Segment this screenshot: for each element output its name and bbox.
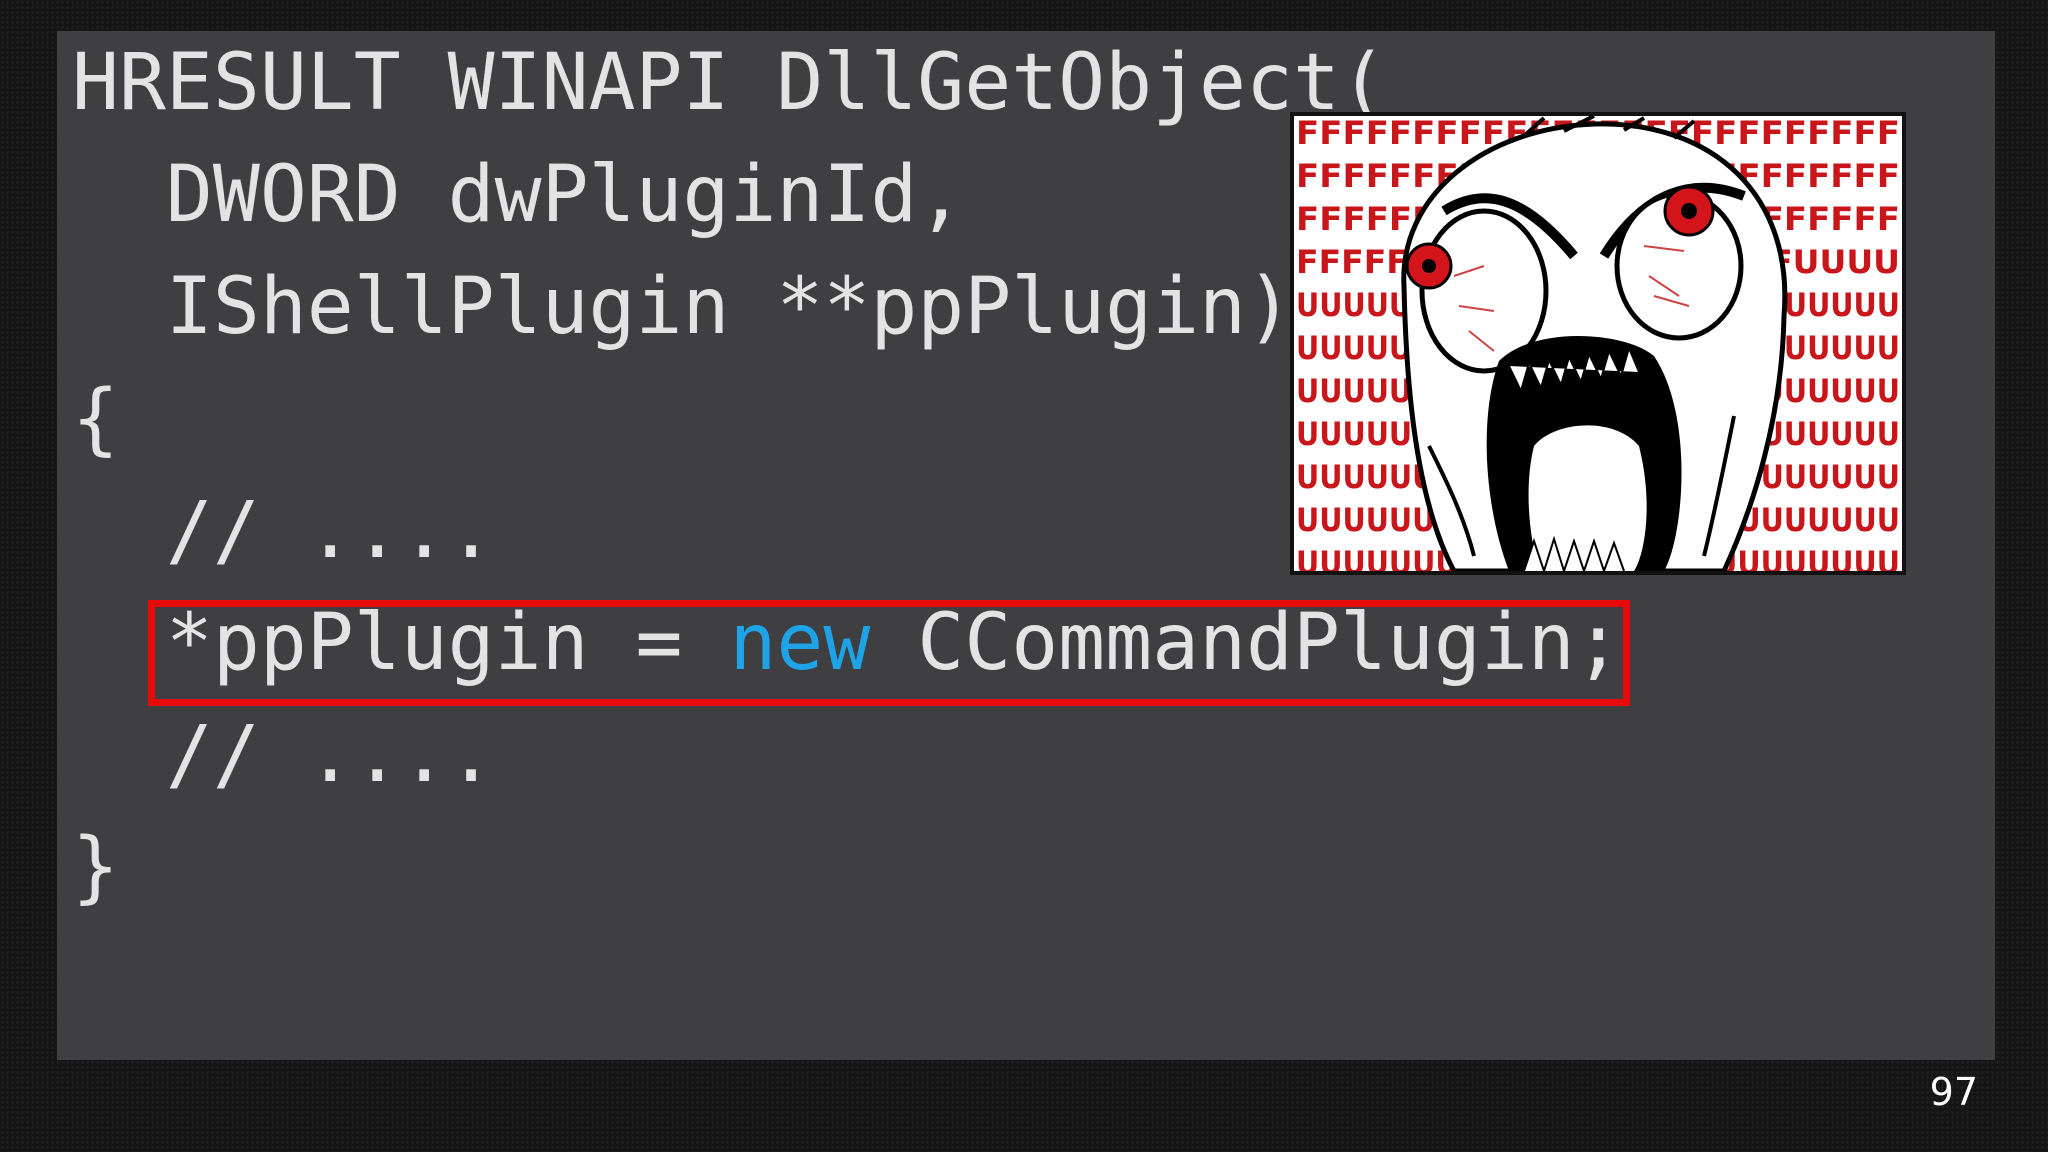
- rage-face-meme: FFFFFFFFFFFFFFFFFFFFFFFFFFFFFFFFFFFFFFFF…: [1290, 112, 1906, 575]
- code-line-param-pp-plugin: IShellPlugin **ppPlugin): [72, 262, 1293, 352]
- code-line-param-plugin-id: DWORD dwPluginId,: [72, 150, 965, 240]
- code-line-signature: HRESULT WINAPI DllGetObject(: [72, 38, 1387, 128]
- highlight-box: [148, 600, 1630, 706]
- rage-face-drawing: [1401, 116, 1788, 571]
- page-number: 97: [1929, 1070, 1978, 1114]
- code-line-open-brace: {: [72, 374, 119, 464]
- code-line-close-brace: }: [72, 822, 119, 912]
- rage-face-icon: FFFFFFFFFFFFFFFFFFFFFFFFFFFFFFFFFFFFFFFF…: [1296, 116, 1900, 571]
- code-line-comment-2: // ....: [72, 710, 495, 800]
- code-line-comment-1: // ....: [72, 486, 495, 576]
